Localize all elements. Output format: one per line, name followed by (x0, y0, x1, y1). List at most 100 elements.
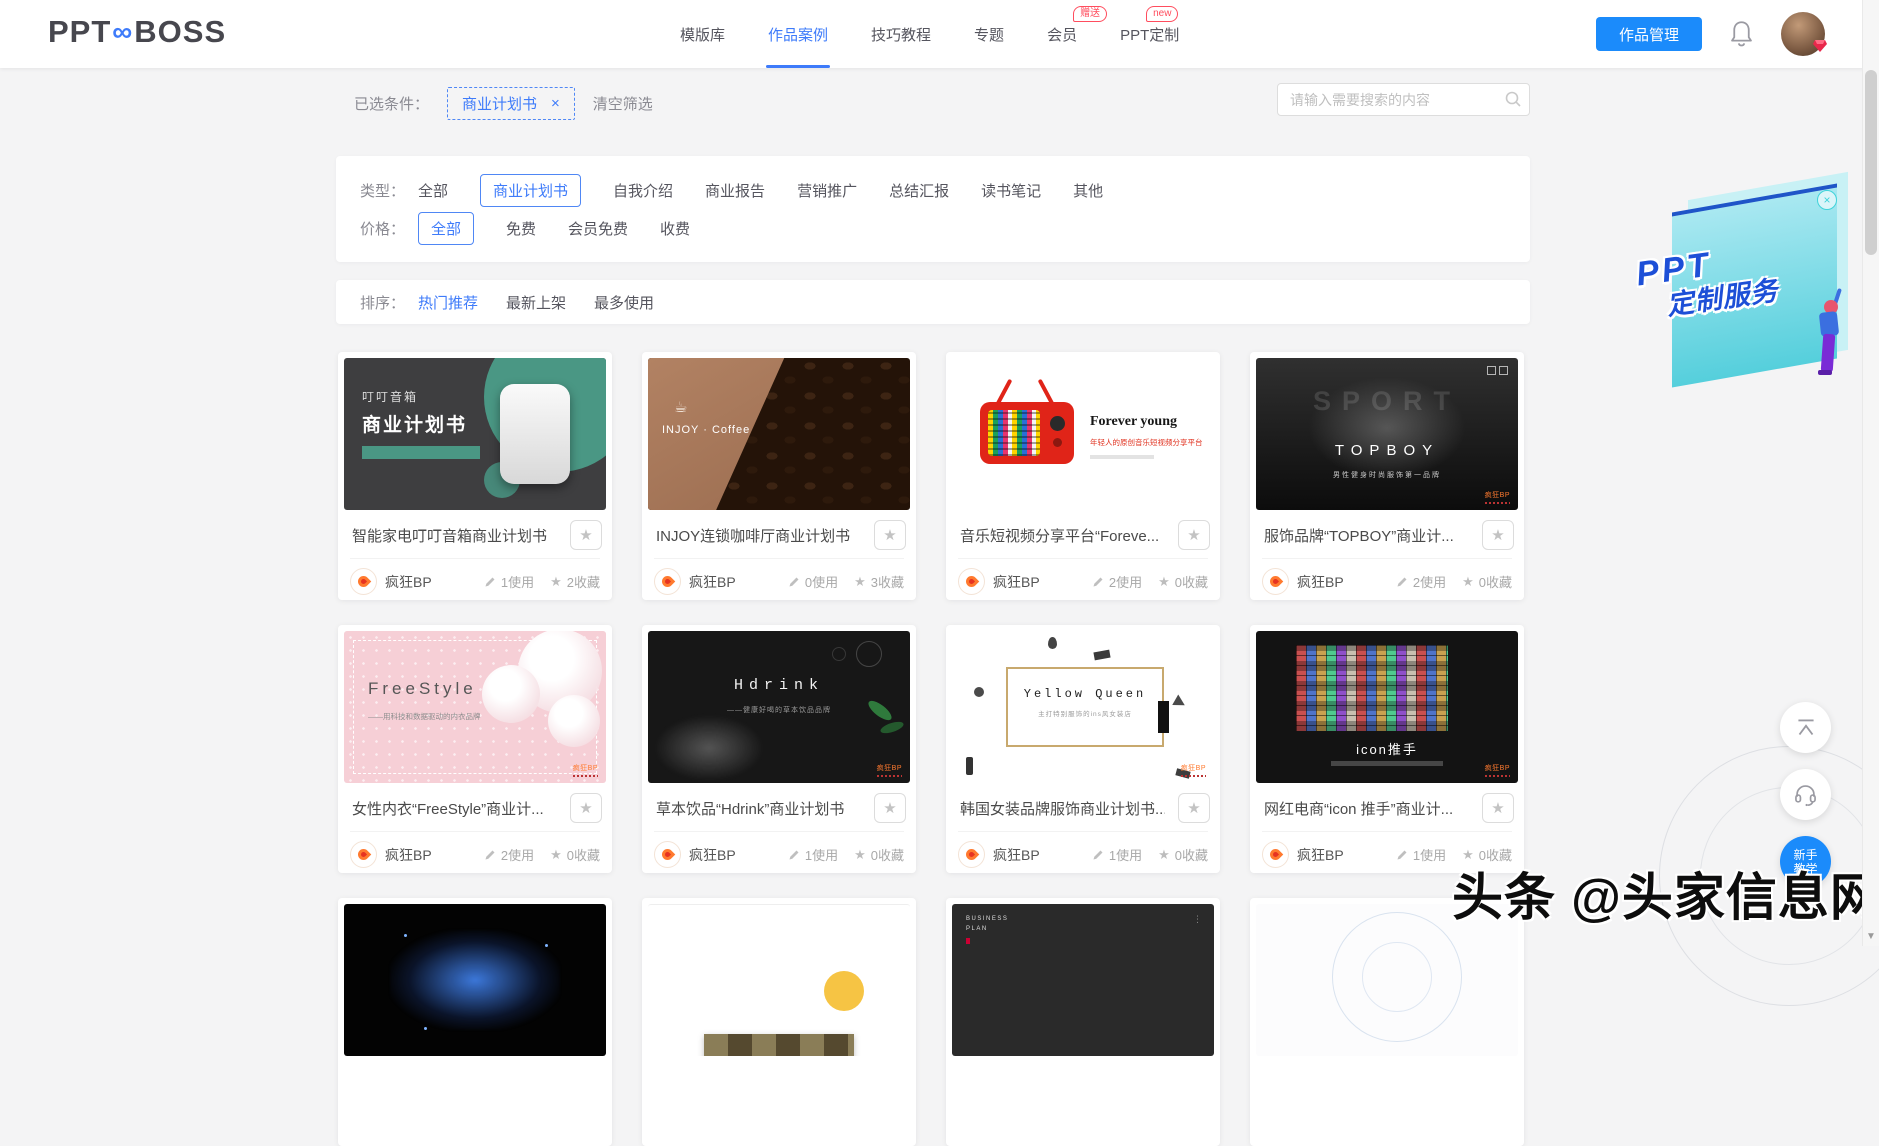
favorite-button[interactable]: ★ (1178, 520, 1210, 550)
template-card[interactable]: Forever young 年轻人的原创音乐短视频分享平台 音乐短视频分享平台“… (946, 352, 1220, 600)
template-card[interactable] (338, 898, 612, 1146)
search-icon[interactable] (1504, 90, 1522, 113)
template-card[interactable]: icon推手 疯狂BP 网红电商“icon 推手”商业计... ★ 疯狂BP 1… (1250, 625, 1524, 873)
user-avatar[interactable] (1781, 12, 1825, 56)
thumb-text: INJOY · Coffee (662, 424, 750, 436)
thumb-text: Hdrink (648, 677, 910, 694)
sort-option-newest[interactable]: 最新上架 (506, 292, 566, 313)
star-icon: ★ (1187, 527, 1200, 544)
template-card[interactable]: SPORT TOPBOY 男性健身时尚服饰第一品牌 疯狂BP 服饰品牌“TOPB… (1250, 352, 1524, 600)
notification-bell-icon[interactable] (1728, 20, 1755, 49)
site-logo[interactable]: PPT ∞ BOSS (48, 14, 226, 50)
card-title: 女性内衣“FreeStyle”商业计... (352, 798, 544, 819)
template-card[interactable] (642, 898, 916, 1146)
card-thumbnail[interactable]: Yellow Queen 主打特别服饰的ins风女装店 疯狂BP (952, 631, 1214, 783)
scrollbar-down-arrow[interactable]: ▼ (1866, 931, 1876, 942)
favorite-button[interactable]: ★ (570, 520, 602, 550)
favorite-button[interactable]: ★ (1482, 520, 1514, 550)
customer-service-button[interactable] (1780, 769, 1831, 820)
selected-filter-tag[interactable]: 商业计划书 × (447, 87, 575, 120)
favorite-button[interactable]: ★ (1482, 793, 1514, 823)
card-author: 疯狂BP (689, 845, 736, 865)
nav-item-works[interactable]: 作品案例 (768, 0, 828, 68)
thumb-text: BUSINESS (966, 916, 1008, 922)
search-input[interactable] (1277, 83, 1530, 116)
yellow-circle-art (824, 971, 864, 1011)
card-thumbnail[interactable]: SPORT TOPBOY 男性健身时尚服饰第一品牌 疯狂BP (1256, 358, 1518, 510)
star-icon: ★ (579, 527, 592, 544)
card-thumbnail[interactable] (648, 904, 910, 1056)
type-option-marketing[interactable]: 营销推广 (797, 180, 857, 201)
favorites-meta: ★0收藏 (1158, 572, 1208, 591)
bp-logo: 疯狂BP (1181, 763, 1206, 777)
template-card[interactable]: Yellow Queen 主打特别服饰的ins风女装店 疯狂BP 韩国女装品牌服… (946, 625, 1220, 873)
nav-item-templates[interactable]: 模版库 (680, 0, 725, 68)
remove-filter-icon[interactable]: × (551, 95, 560, 112)
star-icon: ★ (1491, 527, 1504, 544)
type-option-other[interactable]: 其他 (1073, 180, 1103, 201)
favorite-button[interactable]: ★ (1178, 793, 1210, 823)
template-card[interactable] (1250, 898, 1524, 1146)
selected-filter-tag-label: 商业计划书 (462, 93, 537, 114)
ppt-custom-service-banner[interactable]: × PPT 定制服务 (1630, 158, 1865, 393)
card-thumbnail[interactable]: BUSINESS PLAN ⋮ (952, 904, 1214, 1056)
favorite-button[interactable]: ★ (570, 793, 602, 823)
bp-logo: 疯狂BP (1485, 490, 1510, 504)
coffee-cup-icon: ☕ (674, 398, 687, 416)
card-title: 草本饮品“Hdrink”商业计划书 (656, 798, 844, 819)
price-option-all[interactable]: 全部 (418, 212, 474, 245)
type-option-summary[interactable]: 总结汇报 (889, 180, 949, 201)
favorites-meta: ★0收藏 (854, 845, 904, 864)
author-flame-icon (350, 841, 377, 868)
template-card[interactable]: 叮叮音箱 商业计划书 智能家电叮叮音箱商业计划书 ★ 疯狂BP 1使用 ★2收藏 (338, 352, 612, 600)
nav-item-membership[interactable]: 会员 赠送 (1047, 0, 1077, 68)
card-thumbnail[interactable]: 叮叮音箱 商业计划书 (344, 358, 606, 510)
nav-item-tutorials[interactable]: 技巧教程 (871, 0, 931, 68)
scrollbar-thumb[interactable] (1865, 70, 1877, 255)
template-card[interactable]: ☕ INJOY · Coffee INJOY连锁咖啡厅商业计划书 ★ 疯狂BP … (642, 352, 916, 600)
nav-item-ppt-custom[interactable]: PPT定制 new (1120, 0, 1179, 68)
nav-item-topics[interactable]: 专题 (974, 0, 1004, 68)
card-thumbnail[interactable]: ☕ INJOY · Coffee (648, 358, 910, 510)
favorite-button[interactable]: ★ (874, 520, 906, 550)
template-card[interactable]: FreeStyle ——用科技和数据驱动的内衣品牌 疯狂BP 女性内衣“Free… (338, 625, 612, 873)
price-option-paid[interactable]: 收费 (660, 218, 690, 239)
logo-text-boss: BOSS (134, 14, 226, 50)
star-icon: ★ (579, 800, 592, 817)
template-card[interactable]: BUSINESS PLAN ⋮ (946, 898, 1220, 1146)
back-to-top-button[interactable] (1780, 702, 1831, 753)
scrollbar[interactable]: ▼ (1862, 0, 1879, 946)
type-option-business-report[interactable]: 商业报告 (705, 180, 765, 201)
pencil-icon (484, 849, 496, 861)
template-card[interactable]: Hdrink ——健康好喝的草本饮品品牌 疯狂BP 草本饮品“Hdrink”商业… (642, 625, 916, 873)
price-option-member-free[interactable]: 会员免费 (568, 218, 628, 239)
banner-close-icon[interactable]: × (1817, 190, 1837, 210)
card-thumbnail[interactable]: Hdrink ——健康好喝的草本饮品品牌 疯狂BP (648, 631, 910, 783)
price-option-free[interactable]: 免费 (506, 218, 536, 239)
card-thumbnail[interactable] (344, 904, 606, 1056)
bp-logo: 疯狂BP (1485, 763, 1510, 777)
type-filter-row: 类型： 全部 商业计划书 自我介绍 商业报告 营销推广 总结汇报 读书笔记 其他 (360, 171, 1506, 209)
card-thumbnail[interactable]: FreeStyle ——用科技和数据驱动的内衣品牌 疯狂BP (344, 631, 606, 783)
sort-option-most-used[interactable]: 最多使用 (594, 292, 654, 313)
author-flame-icon (654, 568, 681, 595)
photo-strip-art (704, 1034, 854, 1056)
favorites-meta: ★0收藏 (1158, 845, 1208, 864)
sort-option-hot[interactable]: 热门推荐 (418, 292, 478, 313)
type-option-business-plan[interactable]: 商业计划书 (480, 174, 581, 207)
card-author: 疯狂BP (993, 572, 1040, 592)
manage-works-button[interactable]: 作品管理 (1596, 17, 1702, 51)
thumb-text: SPORT (1256, 386, 1518, 417)
uses-meta: 1使用 (1092, 845, 1142, 864)
card-author: 疯狂BP (993, 845, 1040, 865)
pencil-icon (1396, 576, 1408, 588)
card-thumbnail[interactable]: Forever young 年轻人的原创音乐短视频分享平台 (952, 358, 1214, 510)
type-option-reading-notes[interactable]: 读书笔记 (981, 180, 1041, 201)
template-card-grid: 叮叮音箱 商业计划书 智能家电叮叮音箱商业计划书 ★ 疯狂BP 1使用 ★2收藏… (338, 352, 1558, 1146)
favorite-button[interactable]: ★ (874, 793, 906, 823)
price-filter-row: 价格： 全部 免费 会员免费 收费 (360, 209, 1506, 247)
card-thumbnail[interactable]: icon推手 疯狂BP (1256, 631, 1518, 783)
clear-filters-link[interactable]: 清空筛选 (593, 93, 653, 114)
type-option-all[interactable]: 全部 (418, 180, 448, 201)
type-option-self-intro[interactable]: 自我介绍 (613, 180, 673, 201)
